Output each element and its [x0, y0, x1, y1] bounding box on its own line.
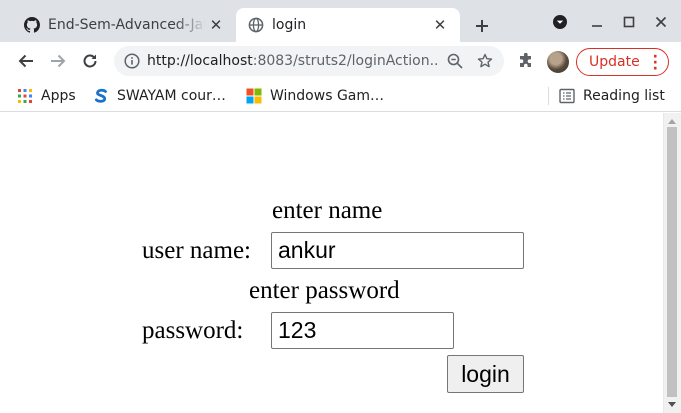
chevron-down-icon [553, 15, 567, 29]
bookmark-label: Apps [41, 88, 76, 104]
profile-avatar[interactable] [547, 51, 569, 73]
minimize-button[interactable] [585, 10, 609, 34]
user-name-label: user name: [142, 237, 251, 264]
reading-list-label: Reading list [583, 88, 665, 104]
maximize-button[interactable] [617, 10, 641, 34]
close-window-button[interactable] [649, 10, 673, 34]
swayam-icon [94, 88, 107, 103]
plus-icon [476, 20, 488, 32]
puzzle-icon [520, 53, 531, 67]
scroll-down-arrow-icon[interactable] [668, 402, 676, 407]
globe-icon [248, 17, 264, 33]
apps-grid-icon [18, 89, 32, 103]
zoom-icon[interactable] [440, 47, 470, 75]
login-button[interactable]: login [447, 355, 524, 393]
reload-button[interactable] [76, 47, 104, 75]
tab-title: login [272, 17, 307, 33]
browser-toolbar: http://localhost:8083/struts2/loginActio… [0, 42, 681, 80]
tab-login[interactable]: login ✕ [236, 8, 460, 42]
bookmark-label: SWAYAM cour… [117, 88, 226, 104]
password-input[interactable]: 123 [271, 312, 454, 349]
name-hint: enter name [272, 197, 383, 224]
tab-end-sem-advanced-java[interactable]: End-Sem-Advanced-Java ✕ [8, 8, 236, 42]
windows-logo-icon [246, 88, 262, 104]
password-label: password: [142, 317, 244, 344]
forward-arrow-icon [51, 54, 66, 68]
bookmarks-bar: Apps SWAYAM cour… Windows Gam… Reading l… [0, 80, 681, 112]
bookmark-label: Windows Gam… [270, 88, 385, 104]
update-label: Update [589, 54, 640, 70]
url-text: http://localhost:8083/struts2/loginActio… [147, 53, 440, 69]
bookmarks-divider [548, 87, 549, 105]
address-bar[interactable]: http://localhost:8083/struts2/loginActio… [114, 46, 504, 76]
user-name-input[interactable]: ankur [271, 232, 524, 269]
scrollbar-thumb[interactable] [667, 127, 677, 397]
url-path: :8083/struts2/loginAction.... [252, 53, 440, 69]
url-host: http://localhost [147, 53, 253, 69]
new-tab-button[interactable] [470, 14, 494, 38]
bookmark-windows-gam[interactable]: Windows Gam… [246, 86, 384, 106]
vertical-scrollbar[interactable] [663, 113, 681, 413]
tab-title: End-Sem-Advanced-Java [48, 17, 206, 33]
maximize-icon [623, 16, 635, 28]
forward-button[interactable] [44, 47, 72, 75]
scroll-up-arrow-icon[interactable] [668, 119, 676, 124]
back-arrow-icon [18, 54, 33, 68]
extensions-button[interactable] [512, 47, 540, 75]
tab-search-button[interactable] [548, 10, 572, 34]
more-menu-icon[interactable]: · · · [653, 50, 658, 76]
bookmark-apps[interactable]: Apps [17, 86, 76, 106]
back-button[interactable] [12, 47, 40, 75]
minimize-icon [592, 25, 602, 27]
close-tab-icon[interactable]: ✕ [430, 15, 450, 35]
tab-strip: End-Sem-Advanced-Java ✕ login ✕ [0, 0, 681, 42]
bookmark-swayam[interactable]: SWAYAM cour… [93, 86, 226, 106]
github-icon [24, 17, 40, 33]
password-hint: enter password [249, 277, 400, 304]
update-button[interactable]: Update · · · [576, 48, 669, 76]
reading-list-icon [559, 88, 575, 104]
reading-list-button[interactable]: Reading list [559, 86, 665, 106]
reload-icon [83, 54, 97, 68]
close-icon [655, 16, 667, 28]
bookmark-star-icon[interactable] [470, 47, 500, 75]
info-icon[interactable] [117, 53, 147, 69]
page-viewport: enter name user name: ankur enter passwo… [0, 113, 663, 413]
close-tab-icon[interactable]: ✕ [206, 15, 226, 35]
